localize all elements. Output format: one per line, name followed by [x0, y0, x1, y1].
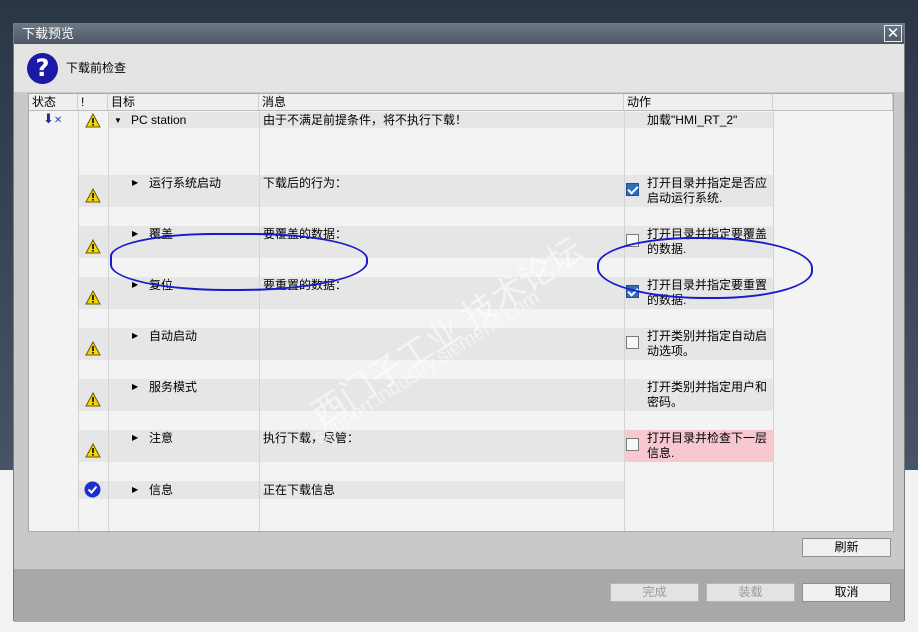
- row-action[interactable]: 打开类别并指定用户和密码。: [647, 380, 771, 410]
- column-header-bang[interactable]: !: [78, 94, 108, 111]
- warning-icon: [85, 239, 101, 254]
- warning-icon: [85, 341, 101, 356]
- row-target: 复位: [149, 278, 174, 292]
- row-message: 由于不满足前提条件，将不执行下载！: [263, 113, 468, 127]
- column-divider: [259, 111, 260, 531]
- chevron-right-icon[interactable]: ▶: [132, 433, 138, 443]
- column-header-spare: [773, 94, 893, 111]
- row-message: 下载后的行为：: [263, 176, 348, 190]
- row-target: 注意: [149, 431, 174, 445]
- chevron-right-icon[interactable]: ▶: [132, 485, 138, 495]
- warning-icon: [85, 443, 101, 458]
- column-header-target[interactable]: 目标: [108, 94, 259, 111]
- row-action[interactable]: 打开类别并指定自动启动选项。: [647, 329, 771, 359]
- chevron-right-icon[interactable]: ▶: [132, 178, 138, 188]
- row-action[interactable]: 加载"HMI_RT_2": [647, 113, 737, 127]
- row-target: 覆盖: [149, 227, 174, 241]
- cancel-button[interactable]: 取消: [802, 583, 891, 602]
- row-message: 正在下载信息: [263, 483, 336, 497]
- table-row-content: ▶ 自动启动 打开类别并指定自动启动选项。: [29, 328, 893, 360]
- table-row-content: ▶ 注意 执行下载，尽管： 打开目录并检查下一层信息.: [29, 430, 893, 462]
- table-row-content: ▶ 复位 要重置的数据： 打开目录并指定要重置的数据.: [29, 277, 893, 309]
- row-target: 服务模式: [149, 380, 198, 394]
- warning-icon: [85, 392, 101, 407]
- row-target: 自动启动: [149, 329, 198, 343]
- table-row[interactable]: ⬇✕ ▼ PC station 由于不满足前提条件，将不执行下载！ 加载"HMI…: [29, 112, 893, 128]
- load-button[interactable]: 装载: [706, 583, 795, 602]
- refresh-button[interactable]: 刷新: [802, 538, 891, 557]
- table-row-content: ▶ 服务模式 打开类别并指定用户和密码。: [29, 379, 893, 411]
- row-message: 要重置的数据：: [263, 278, 348, 292]
- row-target: 运行系统启动: [149, 176, 222, 190]
- chevron-down-icon[interactable]: ▼: [114, 116, 122, 126]
- dialog-title: 下载预览: [22, 26, 75, 41]
- question-icon: ?: [27, 53, 58, 84]
- warning-icon: [85, 188, 101, 203]
- row-target: 信息: [149, 483, 174, 497]
- row-target: PC station: [131, 113, 187, 127]
- row-message: 要覆盖的数据：: [263, 227, 348, 241]
- column-divider: [773, 111, 774, 531]
- row-action[interactable]: 打开目录并指定要覆盖的数据.: [647, 227, 771, 257]
- download-icon: ⬇✕: [43, 111, 63, 127]
- column-divider: [108, 111, 109, 531]
- action-checkbox[interactable]: [626, 438, 639, 451]
- warning-icon: [85, 290, 101, 305]
- close-button[interactable]: ✕: [884, 25, 902, 42]
- table-row-content: ▶ 运行系统启动 下载后的行为： 打开目录并指定是否应启动运行系统.: [29, 175, 893, 207]
- row-message: 执行下载，尽管：: [263, 431, 360, 445]
- chevron-right-icon[interactable]: ▶: [132, 382, 138, 392]
- chevron-right-icon[interactable]: ▶: [132, 229, 138, 239]
- column-header-status[interactable]: 状态: [29, 94, 78, 111]
- chevron-right-icon[interactable]: ▶: [132, 331, 138, 341]
- row-action[interactable]: 打开目录并指定是否应启动运行系统.: [647, 176, 771, 206]
- table-row-content: ▶ 覆盖 要覆盖的数据： 打开目录并指定要覆盖的数据.: [29, 226, 893, 258]
- row-action[interactable]: 打开目录并指定要重置的数据.: [647, 278, 771, 308]
- dialog-titlebar: 下载预览 ✕: [14, 24, 904, 44]
- check-table: 状态 ! 目标 消息 动作 ⬇✕ ▼ PC station 由于不满足前提条件，…: [28, 93, 894, 532]
- row-action[interactable]: 打开目录并检查下一层信息.: [647, 431, 771, 461]
- table-row-content: ▶ 信息 正在下载信息: [29, 481, 893, 499]
- action-checkbox[interactable]: [626, 234, 639, 247]
- dialog-header: [14, 44, 904, 92]
- finish-button[interactable]: 完成: [610, 583, 699, 602]
- column-divider: [78, 111, 79, 531]
- header-title: 下载前检查: [66, 61, 127, 75]
- download-preview-dialog: 下载预览 ✕ ? 下载前检查 状态 ! 目标 消息 动作 ⬇✕ ▼ PC sta…: [13, 23, 905, 622]
- column-divider: [624, 111, 625, 531]
- column-header-action[interactable]: 动作: [624, 94, 773, 111]
- check-circle-icon: [84, 481, 101, 498]
- warning-icon: [85, 113, 101, 128]
- action-checkbox[interactable]: [626, 183, 639, 196]
- column-header-message[interactable]: 消息: [259, 94, 624, 111]
- action-checkbox[interactable]: [626, 336, 639, 349]
- chevron-right-icon[interactable]: ▶: [132, 280, 138, 290]
- action-checkbox[interactable]: [626, 285, 639, 298]
